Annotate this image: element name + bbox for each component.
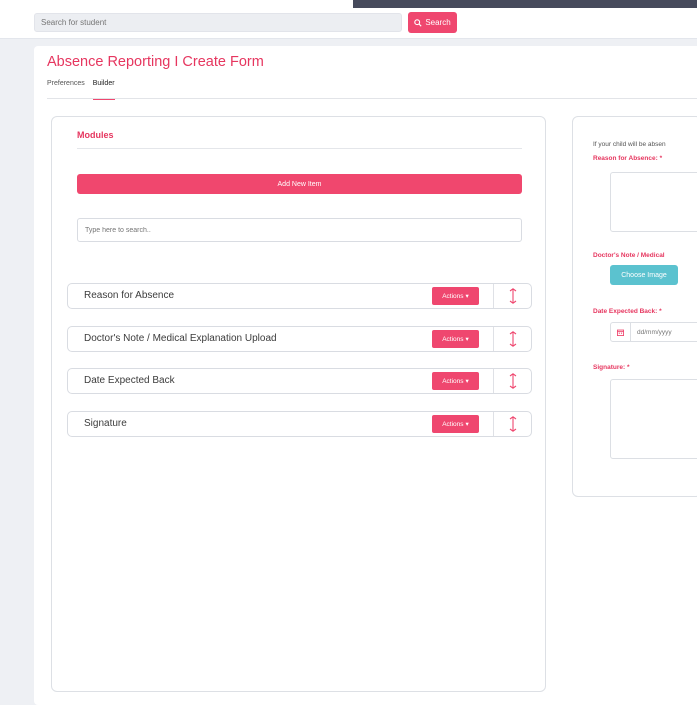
modules-divider bbox=[77, 148, 522, 149]
doctor-note-label: Doctor's Note / Medical bbox=[593, 252, 665, 259]
top-bar: Search bbox=[0, 8, 697, 39]
caret-down-icon: ▾ bbox=[465, 336, 469, 343]
date-expected-label: Date Expected Back: * bbox=[593, 308, 662, 315]
module-item[interactable]: Date Expected Back Actions ▾ bbox=[67, 368, 532, 394]
drag-handle-icon[interactable] bbox=[507, 416, 519, 432]
top-strip bbox=[0, 0, 353, 8]
caret-down-icon: ▾ bbox=[465, 293, 469, 300]
module-item[interactable]: Doctor's Note / Medical Explanation Uplo… bbox=[67, 326, 532, 352]
module-label: Signature bbox=[84, 418, 127, 429]
handle-divider bbox=[493, 284, 494, 308]
handle-divider bbox=[493, 327, 494, 351]
module-item[interactable]: Reason for Absence Actions ▾ bbox=[67, 283, 532, 309]
tab-builder[interactable]: Builder bbox=[92, 80, 115, 100]
caret-down-icon: ▾ bbox=[465, 421, 469, 428]
drag-handle-icon[interactable] bbox=[507, 288, 519, 304]
app-window: Search Absence Reporting I Create Form P… bbox=[0, 8, 697, 705]
modules-title: Modules bbox=[77, 130, 114, 140]
actions-dropdown-button[interactable]: Actions ▾ bbox=[432, 372, 479, 390]
actions-dropdown-button[interactable]: Actions ▾ bbox=[432, 287, 479, 305]
actions-label: Actions bbox=[442, 420, 464, 428]
search-button-label: Search bbox=[425, 18, 451, 27]
drag-handle-icon[interactable] bbox=[507, 373, 519, 389]
search-button[interactable]: Search bbox=[408, 12, 457, 33]
actions-dropdown-button[interactable]: Actions ▾ bbox=[432, 415, 479, 433]
handle-divider bbox=[493, 369, 494, 393]
choose-image-button[interactable]: Choose Image bbox=[610, 265, 678, 285]
tabs-divider bbox=[47, 98, 697, 99]
tab-preferences[interactable]: Preferences bbox=[47, 80, 85, 100]
reason-textarea[interactable] bbox=[610, 172, 697, 232]
actions-label: Actions bbox=[442, 377, 464, 385]
date-input[interactable] bbox=[631, 323, 697, 341]
modules-panel: Modules Add New Item Reason for Absence … bbox=[51, 116, 546, 692]
reason-label: Reason for Absence: * bbox=[593, 155, 663, 162]
module-label: Doctor's Note / Medical Explanation Uplo… bbox=[84, 333, 277, 344]
signature-pad[interactable] bbox=[610, 379, 697, 459]
signature-label: Signature: * bbox=[593, 364, 630, 371]
handle-divider bbox=[493, 412, 494, 436]
form-intro-text: If your child will be absen bbox=[593, 141, 666, 148]
calendar-icon bbox=[611, 323, 631, 341]
date-field[interactable] bbox=[610, 322, 697, 342]
form-preview-panel: If your child will be absen Reason for A… bbox=[572, 116, 697, 497]
add-new-item-button[interactable]: Add New Item bbox=[77, 174, 522, 194]
page-title: Absence Reporting I Create Form bbox=[47, 54, 264, 70]
form-card: Absence Reporting I Create Form Preferen… bbox=[34, 46, 697, 705]
drag-handle-icon[interactable] bbox=[507, 331, 519, 347]
tab-bar: Preferences Builder bbox=[47, 80, 115, 100]
actions-label: Actions bbox=[442, 335, 464, 343]
student-search-input[interactable] bbox=[34, 13, 402, 32]
actions-label: Actions bbox=[442, 292, 464, 300]
module-label: Reason for Absence bbox=[84, 290, 175, 301]
module-search-input[interactable] bbox=[77, 218, 522, 242]
search-icon bbox=[414, 18, 422, 27]
actions-dropdown-button[interactable]: Actions ▾ bbox=[432, 330, 479, 348]
module-item[interactable]: Signature Actions ▾ bbox=[67, 411, 532, 437]
module-label: Date Expected Back bbox=[84, 375, 175, 386]
caret-down-icon: ▾ bbox=[465, 378, 469, 385]
